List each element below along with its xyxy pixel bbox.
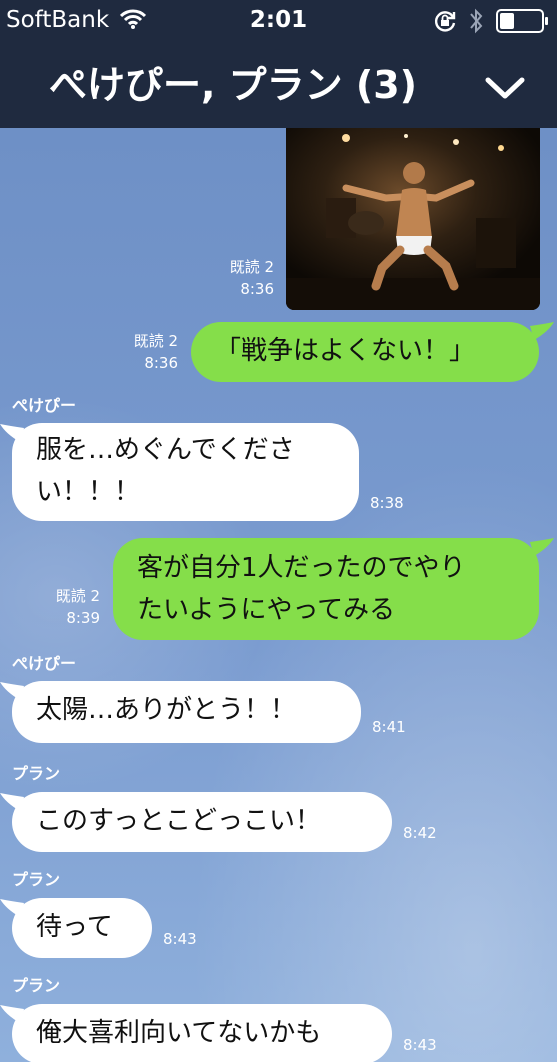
message-meta: 既読 2 8:39 xyxy=(28,585,100,629)
message-time: 8:36 xyxy=(144,354,178,372)
message-text: 太陽…ありがとう！！ xyxy=(36,695,297,725)
read-receipt: 既読 2 xyxy=(55,587,100,605)
sender-name: ぺけぴー xyxy=(12,396,77,415)
message-text: 服を…めぐんでくださ xyxy=(36,435,295,465)
message-text: 待って xyxy=(36,912,113,942)
photo-message[interactable] xyxy=(286,128,540,310)
battery-icon xyxy=(496,9,548,33)
message-list[interactable]: 既読 2 8:36 既読 2 8:36 「戦争はよくない！」 ぺけぴー 服を…め… xyxy=(0,128,557,1062)
message-bubble-incoming[interactable]: 俺大喜利向いてないかも xyxy=(12,1004,392,1062)
chat-header: SoftBank 2:01 ぺけぴー, プラン (3) xyxy=(0,0,557,128)
message-bubble-outgoing[interactable]: 客が自分1人だったのでやり たいようにやってみる xyxy=(113,538,539,640)
message-text: 俺大喜利向いてないかも xyxy=(36,1018,322,1048)
status-bar: SoftBank 2:01 xyxy=(0,0,557,44)
message-text: い！！！ xyxy=(36,477,141,507)
message-time: 8:43 xyxy=(403,1036,437,1054)
sender-name: プラン xyxy=(12,764,61,783)
message-bubble-incoming[interactable]: このすっとこどっこい！ xyxy=(12,792,392,852)
message-time: 8:38 xyxy=(370,494,404,512)
message-text: このすっとこどっこい！ xyxy=(36,806,321,836)
message-time: 8:41 xyxy=(372,718,406,736)
read-receipt: 既読 2 xyxy=(229,258,274,276)
message-bubble-incoming[interactable]: 服を…めぐんでくださ い！！！ xyxy=(12,423,359,521)
message-text: 「戦争はよくない！」 xyxy=(215,336,476,366)
message-time: 8:39 xyxy=(66,609,100,627)
chat-title: ぺけぴー, プラン (3) xyxy=(48,63,418,107)
message-bubble-incoming[interactable]: 太陽…ありがとう！！ xyxy=(12,681,361,743)
message-time: 8:43 xyxy=(163,930,197,948)
message-bubble-outgoing[interactable]: 「戦争はよくない！」 xyxy=(191,322,539,382)
message-time: 8:36 xyxy=(240,280,274,298)
sender-name: ぺけぴー xyxy=(12,654,77,673)
bluetooth-icon xyxy=(470,8,483,34)
sender-name: プラン xyxy=(12,976,61,995)
message-meta: 既読 2 8:36 xyxy=(100,330,178,374)
read-receipt: 既読 2 xyxy=(133,332,178,350)
message-time: 8:42 xyxy=(403,824,437,842)
sender-name: プラン xyxy=(12,870,61,889)
chevron-down-icon[interactable] xyxy=(480,66,530,108)
message-text: 客が自分1人だったのでやり xyxy=(137,553,466,583)
rotation-lock-icon xyxy=(434,11,456,32)
message-bubble-incoming[interactable]: 待って xyxy=(12,898,152,958)
image-message-meta: 既読 2 8:36 xyxy=(200,256,274,300)
stage-photo xyxy=(286,128,540,310)
message-text: たいようにやってみる xyxy=(137,595,396,625)
